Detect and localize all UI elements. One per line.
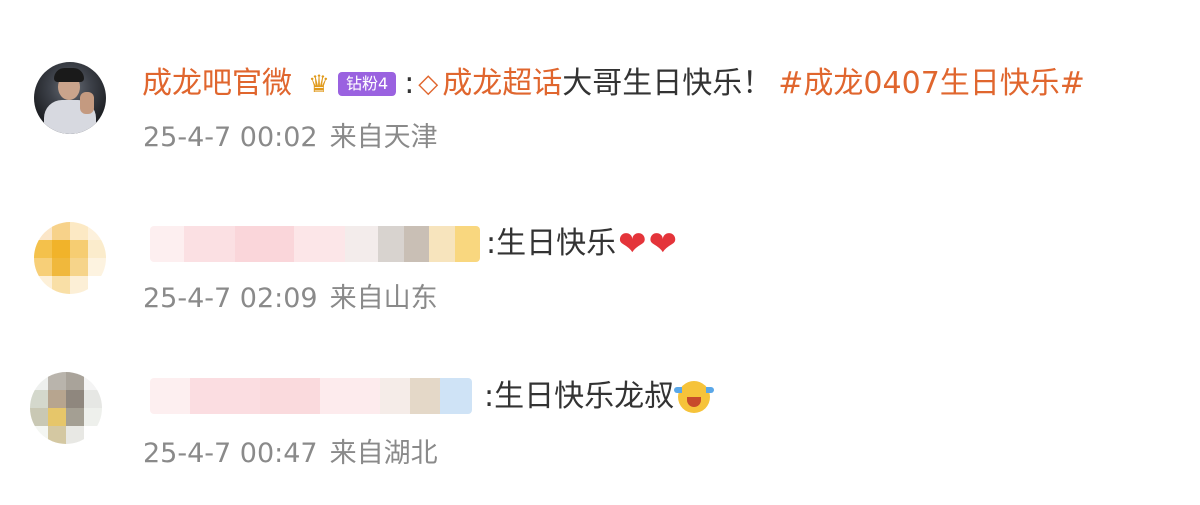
comment-meta: 25-4-7 00:47 来自湖北 xyxy=(143,436,438,472)
heart-icon: ❤ xyxy=(648,224,678,264)
badge-level: 钻粉4 xyxy=(338,72,397,96)
timestamp: 25-4-7 00:47 xyxy=(143,438,318,469)
location: 来自天津 xyxy=(329,122,438,153)
crown-icon: ♛ xyxy=(308,70,330,98)
hashtag-link[interactable]: #成龙0407生日快乐# xyxy=(778,64,1085,104)
heart-icon: ❤ xyxy=(618,224,647,264)
crying-face-icon xyxy=(674,381,715,413)
comment-meta: 25-4-7 00:02 来自天津 xyxy=(143,120,438,156)
colon: : xyxy=(404,66,415,101)
colon: : xyxy=(484,379,495,414)
timestamp: 25-4-7 02:09 xyxy=(143,283,318,314)
topic-link[interactable]: 成龙超话 xyxy=(442,64,562,104)
avatar[interactable] xyxy=(34,62,106,134)
diamond-icon: ◇ xyxy=(418,69,439,99)
comment-text: 生日快乐 xyxy=(496,226,617,261)
comment-text: 大哥生日快乐！ xyxy=(562,66,773,101)
colon: : xyxy=(486,226,497,261)
comment-meta: 25-4-7 02:09 来自山东 xyxy=(143,281,438,317)
timestamp: 25-4-7 00:02 xyxy=(143,122,318,153)
fan-badge[interactable]: ♛ 钻粉4 xyxy=(300,70,397,98)
avatar[interactable] xyxy=(30,372,102,444)
comment-text: 生日快乐龙叔 xyxy=(494,379,675,414)
avatar[interactable] xyxy=(34,222,106,294)
location: 来自山东 xyxy=(329,283,438,314)
username-blurred[interactable] xyxy=(150,226,480,262)
location: 来自湖北 xyxy=(329,438,438,469)
username-blurred[interactable] xyxy=(150,378,472,414)
username[interactable]: 成龙吧官微 xyxy=(142,64,292,104)
